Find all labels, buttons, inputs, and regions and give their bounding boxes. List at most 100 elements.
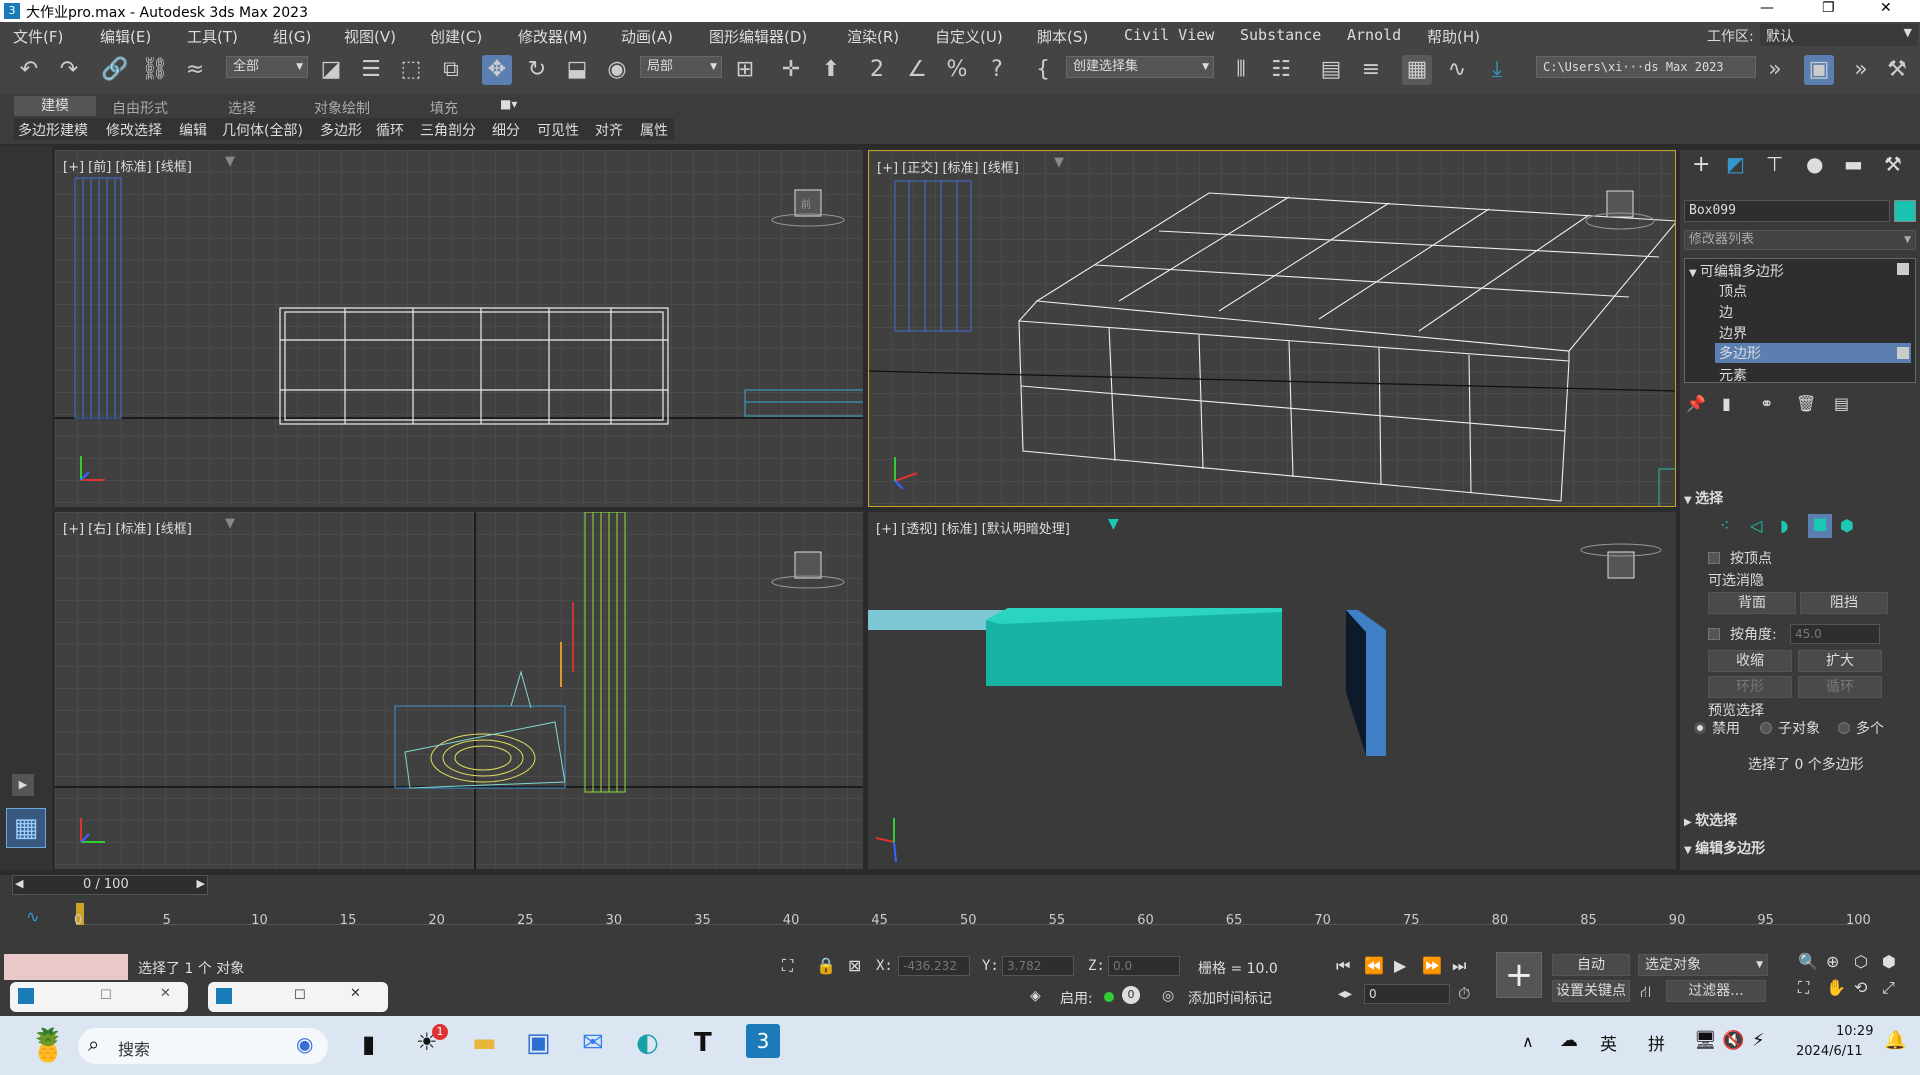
expand-arrow-icon[interactable]: ▶ [12,774,34,796]
link-icon[interactable]: 🔗 [100,55,130,85]
menu-substance[interactable]: Substance [1240,26,1321,44]
stack-item-element[interactable]: 元素 [1719,365,1747,385]
edge-icon[interactable]: ◐ [636,1028,659,1058]
store-icon[interactable]: ▣ [526,1028,551,1058]
render-setup-icon[interactable]: ▣ [1804,55,1834,85]
filters-button[interactable]: 过滤器... [1666,980,1766,1002]
menu-graph-editors[interactable]: 图形编辑器(D) [709,26,807,47]
stack-item-border[interactable]: 边界 [1719,323,1747,343]
viewport-persp[interactable]: [+] [透视] [标准] [默认明暗处理] ▼ [868,512,1676,869]
remove-modifier-icon[interactable]: 🗑 [1796,394,1816,413]
minimize-button[interactable]: — [1760,0,1774,16]
x-coordinate-field[interactable]: -436.232 [898,956,970,976]
pin-icon[interactable]: ⚒ [1882,55,1912,85]
search-box[interactable]: ⌕ 搜索 ◉ [78,1028,328,1064]
rollout-edit-header[interactable]: ▼ 编辑多边形 [1684,838,1916,860]
place-icon[interactable]: ◉ [602,55,632,85]
occluded-button[interactable]: 阻挡 [1800,592,1888,614]
add-time-tag[interactable]: 添加时间标记 [1188,988,1272,1008]
percent-snap-icon[interactable]: % [942,55,972,85]
close-icon[interactable]: ✕ [350,986,361,1001]
tab-populate[interactable]: 填充 [430,98,458,118]
subtab-modify-selection[interactable]: 修改选择 [106,120,162,140]
utilities-tab-icon[interactable]: ⚒ [1884,152,1902,176]
isolate-icon[interactable]: ⛶ [782,956,793,976]
menu-civil-view[interactable]: Civil View [1124,26,1214,44]
z-coordinate-field[interactable]: 0.0 [1108,956,1180,976]
select-object-icon[interactable]: ◪ [316,55,346,85]
go-to-end-icon[interactable]: ⏭ [1452,956,1466,976]
light-bulb-icon[interactable] [1897,263,1909,275]
widgets-icon[interactable]: 🍍 [28,1026,68,1064]
prev-frame-icon[interactable]: ◀ [15,877,23,890]
create-tab-icon[interactable]: + [1692,152,1710,177]
menu-group[interactable]: 组(G) [273,26,311,47]
tab-object-paint[interactable]: 对象绘制 [314,98,370,118]
key-mode-icon[interactable]: ◂▸ [1338,986,1352,1002]
rect-selection-icon[interactable]: ⬚ [396,55,426,85]
select-manipulate-icon[interactable]: ✛ [776,55,806,85]
adaptive-degradation-icon[interactable]: ◈ [1030,988,1041,1004]
keyboard-shortcut-icon[interactable]: ⬆ [816,55,846,85]
rollout-select-header[interactable]: ▼ 选择 [1684,488,1916,510]
subtab-loops[interactable]: 循环 [376,120,404,140]
zoom-all-icon[interactable]: ⊕ [1826,952,1839,971]
curve-editor-mini-icon[interactable]: ∿ [26,907,39,926]
network-icon[interactable]: 🖥 [1694,1030,1717,1051]
backface-button[interactable]: 背面 [1708,592,1796,614]
viewport-right[interactable]: [+] [右] [标准] [线框] ▼ [55,512,863,869]
undo-icon[interactable]: ↶ [14,55,44,85]
edit-named-selections-icon[interactable]: { [1028,55,1058,85]
play-icon[interactable]: ▶ [1394,956,1406,975]
time-tag-icon[interactable]: ◎ [1162,988,1174,1004]
angle-spinner[interactable]: 45.0 [1790,624,1880,644]
motion-tab-icon[interactable]: ● [1806,152,1823,176]
taskbar-preview-1[interactable]: ☐ ✕ [10,982,188,1012]
next-frame-icon[interactable]: ▶ [197,877,205,890]
absolute-mode-icon[interactable]: ⊠ [848,956,861,975]
y-coordinate-field[interactable]: 3.782 [1002,956,1074,976]
menu-scripting[interactable]: 脚本(S) [1037,26,1088,47]
restore-icon[interactable]: ☐ [100,988,112,1003]
rollout-soft-header[interactable]: ▶ 软选择 [1684,810,1916,832]
subtab-properties[interactable]: 属性 [640,120,668,140]
redo-icon[interactable]: ↷ [54,55,84,85]
zoom-extents-all-icon[interactable]: ⬢ [1882,952,1896,971]
orbit-icon[interactable]: ⟲ [1854,978,1867,997]
subtab-polygons[interactable]: 多边形 [320,120,362,140]
clock-date[interactable]: 2024/6/11 [1796,1044,1863,1059]
onedrive-icon[interactable]: ☁ [1560,1030,1578,1051]
curve-editor-icon[interactable]: ∿ [1442,55,1472,85]
radio-disabled[interactable] [1694,722,1706,734]
workspace-dropdown[interactable]: 默认 ▼ [1760,24,1918,46]
restore-icon[interactable]: ☐ [294,988,306,1003]
time-config-icon[interactable]: ⏱ [1458,984,1470,1004]
polygon-mode-icon[interactable]: ■ [1808,514,1832,538]
mirror-icon[interactable]: ⫴ [1226,55,1256,85]
notification-bell-icon[interactable]: 🔔 [1884,1030,1906,1051]
subtab-edit[interactable]: 编辑 [179,120,207,140]
by-vertex-checkbox[interactable] [1708,552,1720,564]
light-bulb-icon[interactable] [1897,347,1909,359]
subtab-geometry-all[interactable]: 几何体(全部) [222,120,303,140]
clock-time[interactable]: 10:29 [1836,1024,1873,1039]
viewport-layout-icon[interactable]: ▦ [6,808,46,848]
subtab-align[interactable]: 对齐 [595,120,623,140]
pivot-center-icon[interactable]: ⊞ [730,55,760,85]
typora-icon[interactable]: T [694,1028,712,1058]
menu-animation[interactable]: 动画(A) [621,26,673,47]
close-icon[interactable]: ✕ [160,986,171,1001]
snaps-toggle-icon[interactable]: 2 [862,55,892,85]
overflow-icon[interactable]: » [1760,55,1790,85]
set-key-big-button[interactable]: + [1496,952,1542,998]
degradation-toggle-icon[interactable]: 0 [1122,986,1140,1004]
tab-selection[interactable]: 选择 [228,98,256,118]
menu-arnold[interactable]: Arnold [1347,26,1401,44]
feishu-icon[interactable]: ✉ [582,1028,604,1058]
subtab-poly-modeling[interactable]: 多边形建模 [18,120,88,140]
volume-icon[interactable]: 🔇 [1722,1030,1744,1051]
more-tools-icon[interactable]: » [1846,55,1876,85]
menu-edit[interactable]: 编辑(E) [100,26,151,47]
schematic-view-icon[interactable]: ⤓ [1482,55,1512,85]
configure-sets-icon[interactable]: ▤ [1834,394,1849,413]
